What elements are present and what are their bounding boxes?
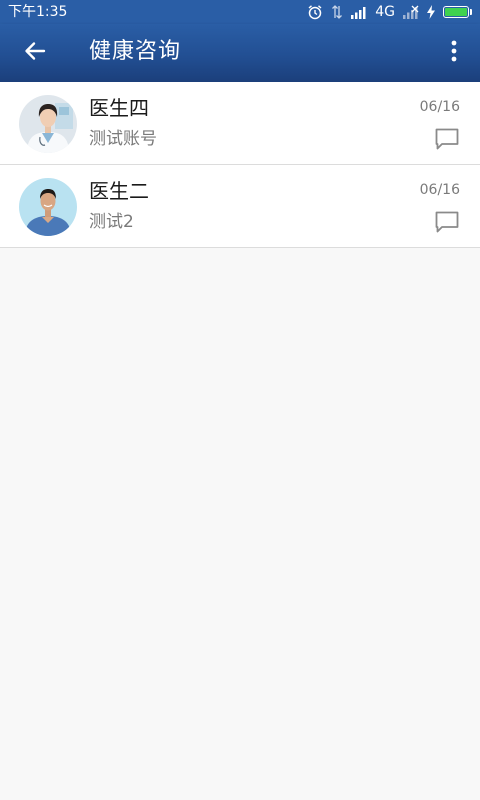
more-vertical-icon xyxy=(451,40,457,66)
arrow-left-icon xyxy=(23,39,47,67)
consultation-item[interactable]: 医生二 测试2 06/16 xyxy=(0,165,480,248)
signal-icon-secondary xyxy=(403,5,419,19)
chat-bubble-icon xyxy=(434,211,460,238)
chat-bubble-icon xyxy=(434,128,460,155)
consultation-date: 06/16 xyxy=(419,182,460,198)
avatar xyxy=(19,178,77,236)
doctor-subtitle: 测试账号 xyxy=(89,129,157,149)
doctor-name: 医生二 xyxy=(89,179,149,203)
consultation-date: 06/16 xyxy=(419,99,460,115)
status-time: 下午1:35 xyxy=(8,4,68,20)
avatar xyxy=(19,95,77,153)
app-toolbar: 健康咨询 xyxy=(0,24,480,82)
status-bar: 下午1:35 4G xyxy=(0,0,480,24)
consultation-item[interactable]: 医生四 测试账号 06/16 xyxy=(0,82,480,165)
signal-icon xyxy=(351,5,367,19)
back-button[interactable] xyxy=(14,37,56,69)
data-arrows-icon xyxy=(331,4,343,20)
battery-level xyxy=(445,8,467,16)
network-type: 4G xyxy=(375,4,395,20)
more-options-button[interactable] xyxy=(442,37,466,69)
doctor-subtitle: 测试2 xyxy=(89,212,134,232)
consultation-list: 医生四 测试账号 06/16 医生二 测试2 06/16 xyxy=(0,82,480,248)
doctor-name: 医生四 xyxy=(89,96,149,120)
battery-tip xyxy=(470,9,472,15)
chat-button[interactable] xyxy=(434,210,460,234)
status-icons: 4G xyxy=(307,3,472,21)
lightning-icon xyxy=(427,5,435,19)
page-title: 健康咨询 xyxy=(89,39,182,64)
chat-button[interactable] xyxy=(434,127,460,151)
battery-icon xyxy=(443,6,469,18)
alarm-icon xyxy=(307,4,323,20)
